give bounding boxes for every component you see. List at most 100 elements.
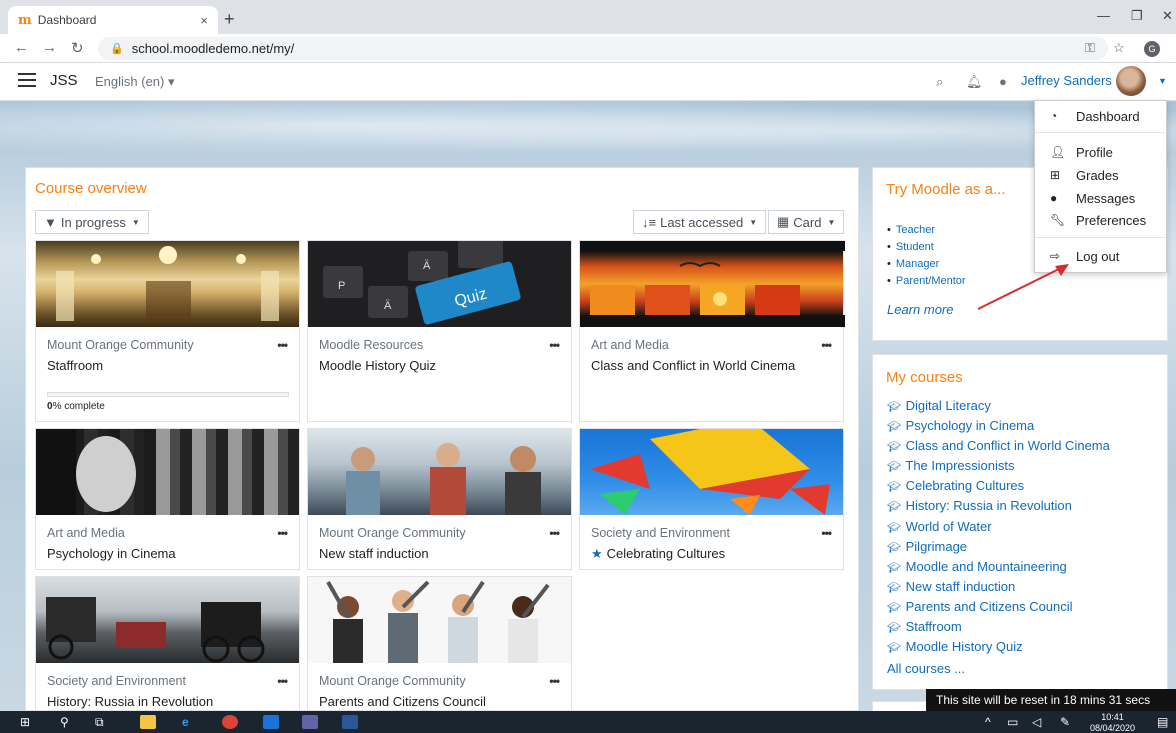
my-course-link[interactable]: 🎓︎ Moodle and Mountaineering <box>887 559 1110 579</box>
my-course-link[interactable]: 🎓︎ Moodle History Quiz <box>887 639 1110 659</box>
course-name[interactable]: History: Russia in Revolution <box>47 694 213 709</box>
course-category: Mount Orange Community <box>47 338 194 352</box>
notifications-icon[interactable]: ▤ <box>1157 715 1168 729</box>
course-card[interactable]: Mount Orange Community ••• New staff ind… <box>307 428 572 570</box>
restore-button[interactable]: ❐ <box>1131 8 1143 24</box>
tray-chevron-up-icon[interactable]: ^ <box>985 715 991 729</box>
course-name[interactable]: New staff induction <box>319 546 429 561</box>
pen-icon[interactable]: ✎ <box>1060 715 1070 729</box>
menu-item-profile[interactable]: 👤︎ Profile <box>1035 141 1166 163</box>
course-actions-menu-icon[interactable]: ••• <box>277 674 288 688</box>
notification-bell-icon[interactable]: 🔔︎ <box>966 74 983 90</box>
view-dropdown[interactable]: ▦ Card ▼ <box>768 210 845 234</box>
menu-item-dashboard[interactable]: ◔ Dashboard <box>1035 105 1166 127</box>
grouping-filter-dropdown[interactable]: ▼ In progress ▼ <box>35 210 149 234</box>
course-name[interactable]: Parents and Citizens Council <box>319 694 486 709</box>
outlook-icon[interactable] <box>263 715 279 729</box>
all-courses-link[interactable]: All courses ... <box>887 661 965 676</box>
teams-icon[interactable] <box>302 715 318 729</box>
menu-divider <box>1035 132 1166 133</box>
course-actions-menu-icon[interactable]: ••• <box>821 526 832 540</box>
file-explorer-icon[interactable] <box>140 715 156 729</box>
browser-profile-avatar[interactable]: G <box>1144 41 1160 57</box>
volume-icon[interactable]: ◁ <box>1032 715 1041 729</box>
chrome-browser-icon[interactable] <box>222 715 238 729</box>
my-course-link[interactable]: 🎓︎ History: Russia in Revolution <box>887 498 1110 518</box>
window-close-button[interactable]: ✕ <box>1162 8 1173 24</box>
windows-start-icon[interactable]: ⊞ <box>20 715 30 729</box>
my-course-link[interactable]: 🎓︎ Parents and Citizens Council <box>887 599 1110 619</box>
key-icon[interactable]: ⚿ <box>1085 40 1095 56</box>
course-category: Mount Orange Community <box>319 674 466 688</box>
course-name[interactable]: Class and Conflict in World Cinema <box>591 358 795 373</box>
course-actions-menu-icon[interactable]: ••• <box>277 338 288 352</box>
menu-toggle-button[interactable] <box>18 73 36 89</box>
course-card[interactable]: Art and Media ••• Class and Conflict in … <box>579 240 845 422</box>
course-category: Society and Environment <box>591 526 730 540</box>
my-course-link[interactable]: 🎓︎ Psychology in Cinema <box>887 418 1110 438</box>
minimize-button[interactable]: — <box>1097 8 1110 23</box>
search-icon[interactable]: ⚲ <box>60 715 69 729</box>
my-course-link[interactable]: 🎓︎ Staffroom <box>887 619 1110 639</box>
course-actions-menu-icon[interactable]: ••• <box>549 338 560 352</box>
try-moodle-title: Try Moodle as a... <box>886 181 1006 198</box>
edge-browser-icon[interactable]: e <box>182 715 189 729</box>
course-actions-menu-icon[interactable]: ••• <box>277 526 288 540</box>
course-name[interactable]: Moodle History Quiz <box>319 358 436 373</box>
sort-dropdown[interactable]: ↓≡ Last accessed ▼ <box>633 210 767 234</box>
task-view-icon[interactable]: ⧉ <box>95 715 104 730</box>
course-actions-menu-icon[interactable]: ••• <box>821 338 832 352</box>
menu-item-messages[interactable]: ● Messages <box>1035 187 1166 209</box>
my-course-link[interactable]: 🎓︎ Pilgrimage <box>887 539 1110 559</box>
course-name[interactable]: Staffroom <box>47 358 103 373</box>
svg-text:P: P <box>338 280 345 292</box>
role-link-student[interactable]: Student <box>887 241 966 258</box>
user-icon: 👤︎ <box>1050 145 1066 159</box>
role-link-manager[interactable]: Manager <box>887 258 966 275</box>
learn-more-link[interactable]: Learn more <box>887 302 953 317</box>
site-reset-notice: This site will be reset in 18 mins 31 se… <box>926 689 1176 711</box>
back-arrow-icon[interactable]: ← <box>14 39 29 56</box>
chevron-down-icon[interactable]: ▼ <box>1158 76 1167 86</box>
reload-icon[interactable]: ↻ <box>71 39 84 57</box>
course-name[interactable]: Psychology in Cinema <box>47 546 176 561</box>
battery-icon[interactable]: ▭ <box>1007 715 1018 729</box>
my-course-link[interactable]: 🎓︎ Class and Conflict in World Cinema <box>887 438 1110 458</box>
moodle-navbar: JSS English (en) ▾ ⌕ 🔔︎ ● Jeffrey Sander… <box>0 63 1176 101</box>
new-tab-button[interactable]: + <box>224 9 235 30</box>
my-course-link[interactable]: 🎓︎ Digital Literacy <box>887 398 1110 418</box>
course-name[interactable]: ★ Celebrating Cultures <box>591 546 725 562</box>
course-card[interactable]: Mount Orange Community ••• Parents and C… <box>307 576 572 710</box>
role-link-parent[interactable]: Parent/Mentor <box>887 275 966 292</box>
address-bar[interactable]: 🔒 school.moodledemo.net/my/ <box>98 37 1108 60</box>
language-menu[interactable]: English (en) ▾ <box>95 74 175 90</box>
user-avatar[interactable] <box>1116 66 1146 96</box>
course-category: Moodle Resources <box>319 338 424 352</box>
course-card[interactable]: Art and Media ••• Psychology in Cinema <box>35 428 300 570</box>
forward-arrow-icon[interactable]: → <box>42 39 57 56</box>
system-clock[interactable]: 10:41 08/04/2020 <box>1090 712 1135 733</box>
my-course-link[interactable]: 🎓︎ New staff induction <box>887 579 1110 599</box>
course-card[interactable]: Society and Environment ••• History: Rus… <box>35 576 300 710</box>
course-card[interactable]: Society and Environment ••• ★ Celebrating… <box>579 428 844 570</box>
my-course-link[interactable]: 🎓︎ The Impressionists <box>887 458 1110 478</box>
course-card[interactable]: Quiz P Ä Ä Moodle Resources ••• Moodle H… <box>307 240 572 422</box>
site-name[interactable]: JSS <box>50 72 78 89</box>
course-actions-menu-icon[interactable]: ••• <box>549 674 560 688</box>
browser-tab[interactable]: m Dashboard × <box>8 6 218 34</box>
search-icon[interactable]: ⌕ <box>936 74 943 90</box>
messages-chat-icon[interactable]: ● <box>999 74 1007 89</box>
menu-item-preferences[interactable]: 🔧︎ Preferences <box>1035 209 1166 231</box>
my-course-link[interactable]: 🎓︎ Celebrating Cultures <box>887 478 1110 498</box>
course-card[interactable]: Mount Orange Community ••• Staffroom 0% … <box>35 240 300 422</box>
bookmark-star-icon[interactable]: ☆ <box>1113 40 1125 56</box>
my-course-link[interactable]: 🎓︎ World of Water <box>887 519 1110 539</box>
course-actions-menu-icon[interactable]: ••• <box>549 526 560 540</box>
word-icon[interactable] <box>342 715 358 729</box>
role-link-teacher[interactable]: Teacher <box>887 224 966 241</box>
menu-item-grades[interactable]: ⊞ Grades <box>1035 164 1166 186</box>
role-list: Teacher Student Manager Parent/Mentor <box>887 224 966 292</box>
user-name[interactable]: Jeffrey Sanders <box>1021 73 1112 88</box>
course-image-celebrating-people <box>308 577 571 663</box>
tab-close-icon[interactable]: × <box>200 13 208 28</box>
